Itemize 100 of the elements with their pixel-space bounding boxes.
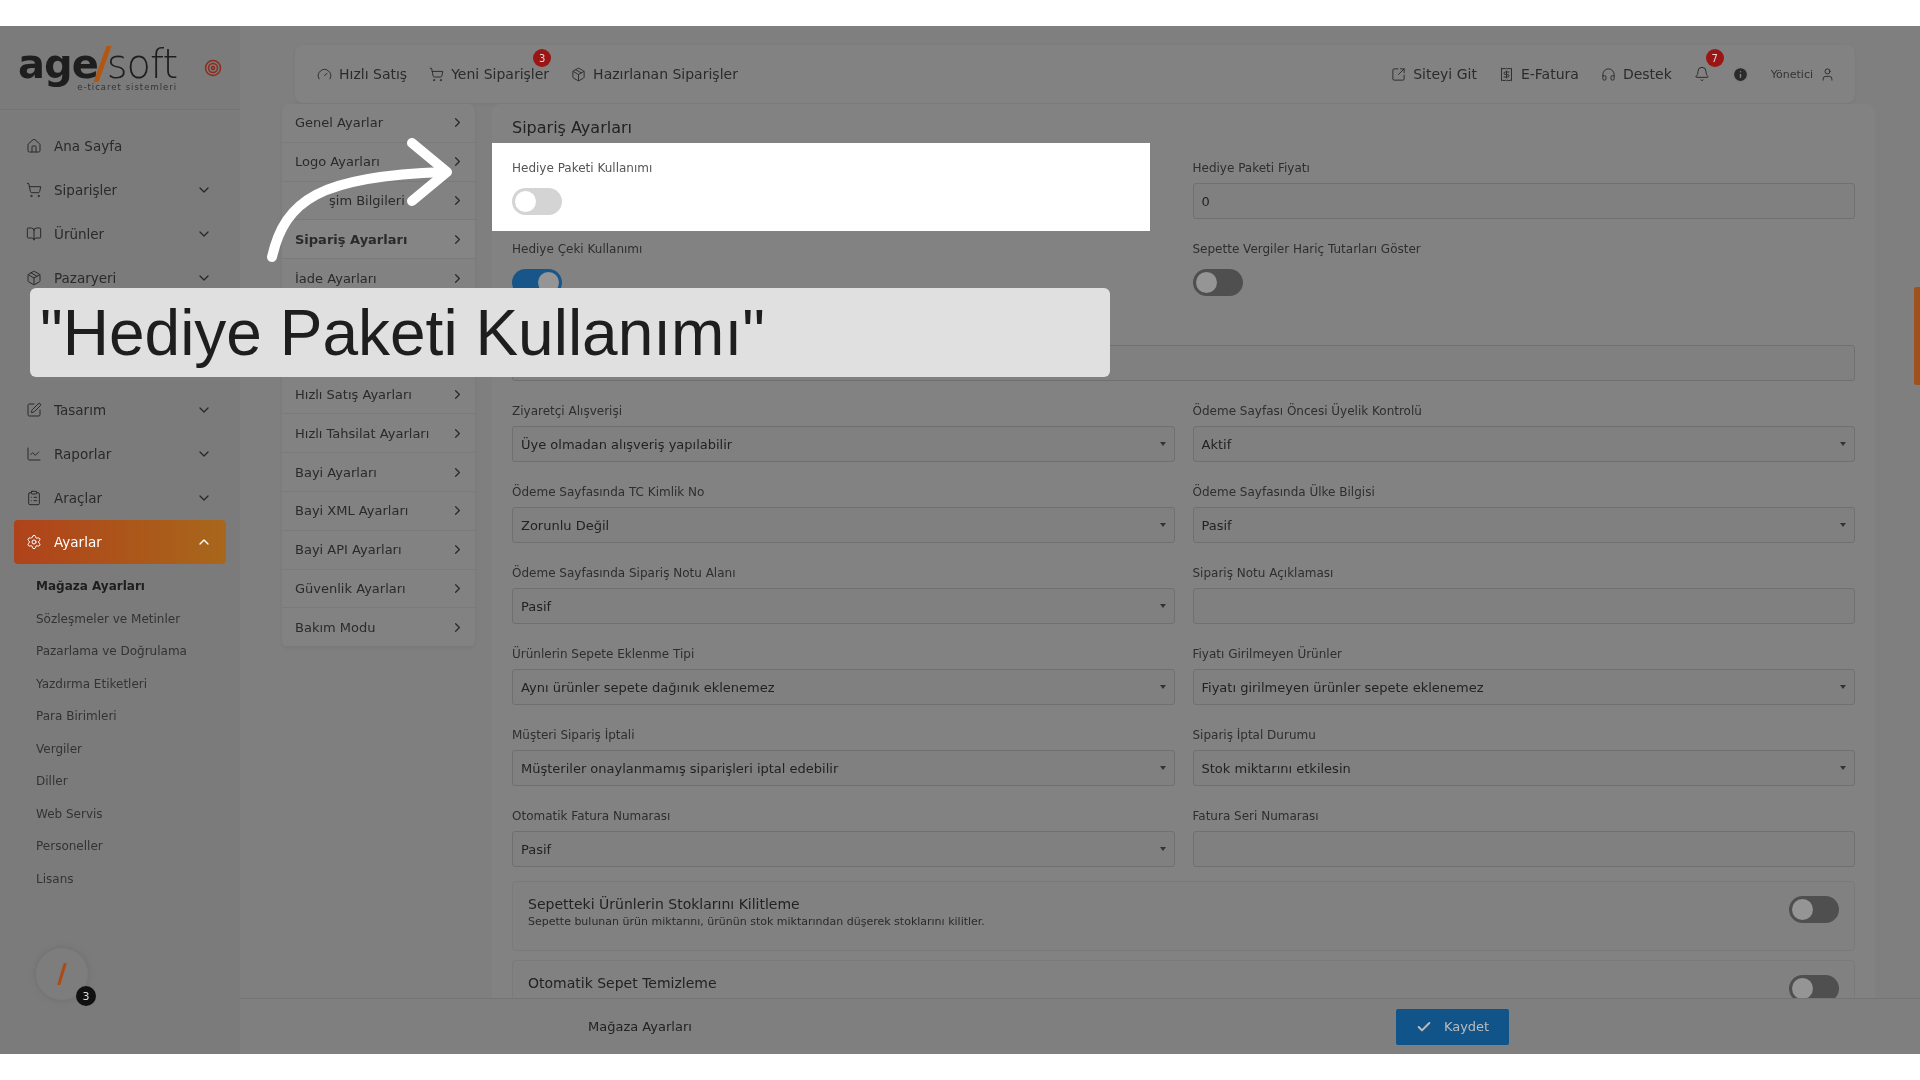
menu-item[interactable]: Genel Ayarlar (282, 104, 475, 143)
field-label: Ödeme Sayfasında Sipariş Notu Alanı (512, 566, 737, 582)
logo: age soft e-ticaret sistemleri (18, 43, 178, 92)
user-menu[interactable]: Yönetici (1770, 66, 1835, 82)
toggle-switch[interactable] (1192, 268, 1243, 296)
menu-item[interactable]: Bayi API Ayarları (282, 530, 475, 570)
sidebar-item[interactable]: Siparişler (14, 168, 226, 212)
caret-icon (1159, 847, 1166, 851)
caret-icon (1840, 685, 1846, 689)
select-field[interactable]: Pasif (1192, 507, 1855, 543)
submenu-item[interactable]: Vergiler (36, 732, 226, 765)
field-label: Sipariş İptal Durumu (1192, 728, 1317, 744)
menu-item[interactable]: Güvenlik Ayarları (282, 569, 475, 609)
field-label: Ödeme Sayfası Öncesi Üyelik Kontrolü (1192, 404, 1423, 420)
field-label: Sipariş Notu Açıklaması (1192, 566, 1335, 582)
select-field[interactable]: Stok miktarını etkilesin (1192, 750, 1855, 786)
caret-icon (1159, 766, 1166, 770)
field-label: Ziyaretçi Alışverişi (512, 404, 623, 420)
field-label: Hediye Çeki Kullanımı (512, 242, 644, 258)
submenu-item[interactable]: Web Servis (36, 797, 226, 830)
menu-item[interactable]: Logo Ayarları (282, 142, 475, 182)
footer-label: Mağaza Ayarları (588, 1019, 692, 1034)
caret-icon (1159, 685, 1166, 689)
field-label: Müşteri Sipariş İptali (512, 728, 636, 744)
submenu-item[interactable]: Para Birimleri (36, 700, 226, 733)
sidebar-item[interactable]: Ana Sayfa (14, 124, 226, 168)
field-label: Fatura Seri Numarası (1192, 809, 1320, 825)
receipt-icon (1498, 66, 1514, 82)
badge: 3 (533, 49, 552, 67)
target-icon[interactable] (204, 58, 222, 77)
input-field[interactable]: 0 (1192, 183, 1855, 219)
submenu-item[interactable]: Lisans (36, 862, 226, 895)
field-label: Sepette Vergiler Hariç Tutarları Göster (1192, 242, 1422, 258)
field-label: Ödeme Sayfasında Ülke Bilgisi (1192, 485, 1376, 501)
caret-icon (1159, 442, 1166, 446)
caret-icon (1159, 523, 1166, 527)
toolbar-link[interactable]: Hızlı Satış (317, 66, 408, 82)
select-field[interactable]: Zorunlu Değil (512, 507, 1175, 543)
select-field[interactable]: Üye olmadan alışveriş yapılabilir (512, 426, 1175, 462)
toggle-switch[interactable] (1789, 896, 1839, 923)
caret-icon (1840, 523, 1846, 527)
select-field[interactable]: Pasif (512, 588, 1175, 624)
submenu-item[interactable]: Mağaza Ayarları (36, 570, 226, 603)
sidebar-item[interactable]: Araçlar (14, 476, 226, 520)
field-label: Hediye Paketi Fiyatı (1192, 161, 1311, 177)
caption-tooltip: "Hediye Paketi Kullanımı" (30, 288, 1110, 377)
select-field[interactable]: Pasif (512, 831, 1175, 867)
select-field[interactable]: Aynı ürünler sepete dağınık eklenemez (512, 669, 1175, 705)
toolbar-link[interactable]: Yeni Siparişler (429, 66, 550, 82)
book-icon (26, 226, 42, 242)
slash-icon (57, 963, 67, 985)
caret-icon (1840, 442, 1846, 446)
field-label: Fiyatı Girilmeyen Ürünler (1192, 647, 1343, 663)
bell-icon[interactable] (1693, 66, 1710, 82)
headset-icon (1600, 66, 1616, 82)
cart-icon (429, 66, 445, 82)
sidebar-item[interactable]: Tasarım (14, 388, 226, 432)
menu-item[interactable]: Hızlı Tahsilat Ayarları (282, 414, 475, 454)
submenu-item[interactable]: Diller (36, 765, 226, 798)
user-icon (1820, 66, 1835, 82)
sidebar-item[interactable]: Ürünler (14, 212, 226, 256)
select-field[interactable]: Aktif (1192, 426, 1855, 462)
field-label: Ödeme Sayfasında TC Kimlik No (512, 485, 706, 501)
badge: 7 (1705, 49, 1724, 67)
external-link-icon (1391, 66, 1407, 82)
menu-item[interactable]: Sipariş Ayarları (282, 220, 475, 260)
box-icon (26, 270, 42, 286)
clipboard-icon (26, 490, 42, 506)
gauge-icon (317, 66, 332, 82)
field-label: Ürünlerin Sepete Eklenme Tipi (512, 647, 696, 663)
settings-icon (26, 534, 42, 550)
sidebar-item[interactable]: Ayarlar (14, 520, 226, 564)
home-icon (26, 138, 42, 154)
save-button[interactable]: Kaydet (1395, 1008, 1510, 1045)
toggle-switch[interactable] (512, 187, 562, 215)
toolbar-link[interactable]: Siteyi Git (1391, 66, 1477, 82)
menu-item[interactable]: Bayi XML Ayarları (282, 491, 475, 531)
select-field[interactable]: Fiyatı girilmeyen ürünler sepete eklenemez (1192, 669, 1855, 705)
menu-item[interactable]: Bakım Modu (282, 608, 475, 648)
submenu-item[interactable]: Personeller (36, 830, 226, 863)
menu-item[interactable]: Bayi Ayarları (282, 453, 475, 492)
pen-icon (26, 402, 42, 418)
info-icon[interactable] (1731, 65, 1749, 83)
select-field[interactable]: Müşteriler onaylanmamış siparişleri iptal edebilir (512, 750, 1175, 786)
toolbar-link[interactable]: Destek (1600, 66, 1672, 82)
sidebar-item[interactable]: Raporlar (14, 432, 226, 476)
caret-icon (1840, 766, 1846, 770)
submenu-item[interactable]: Yazdırma Etiketleri (36, 667, 226, 700)
toolbar-link[interactable]: Hazırlanan Siparişler (571, 66, 738, 82)
box-icon (571, 66, 587, 82)
caret-icon (1159, 604, 1166, 608)
scrollbar-thumb[interactable] (1914, 287, 1920, 385)
card-title: Otomatik Sepet Temizleme (528, 975, 717, 991)
field-label: Otomatik Fatura Numarası (512, 809, 672, 825)
cart-icon (26, 182, 42, 198)
submenu-item[interactable]: Sözleşmeler ve Metinler (36, 602, 226, 635)
submenu-item[interactable]: Pazarlama ve Doğrulama (36, 635, 226, 668)
card-title: Sepetteki Ürünlerin Stoklarını Kilitleme (528, 896, 801, 912)
toggle-switch[interactable] (1789, 975, 1839, 998)
toolbar-link[interactable]: E-Fatura (1498, 66, 1579, 82)
